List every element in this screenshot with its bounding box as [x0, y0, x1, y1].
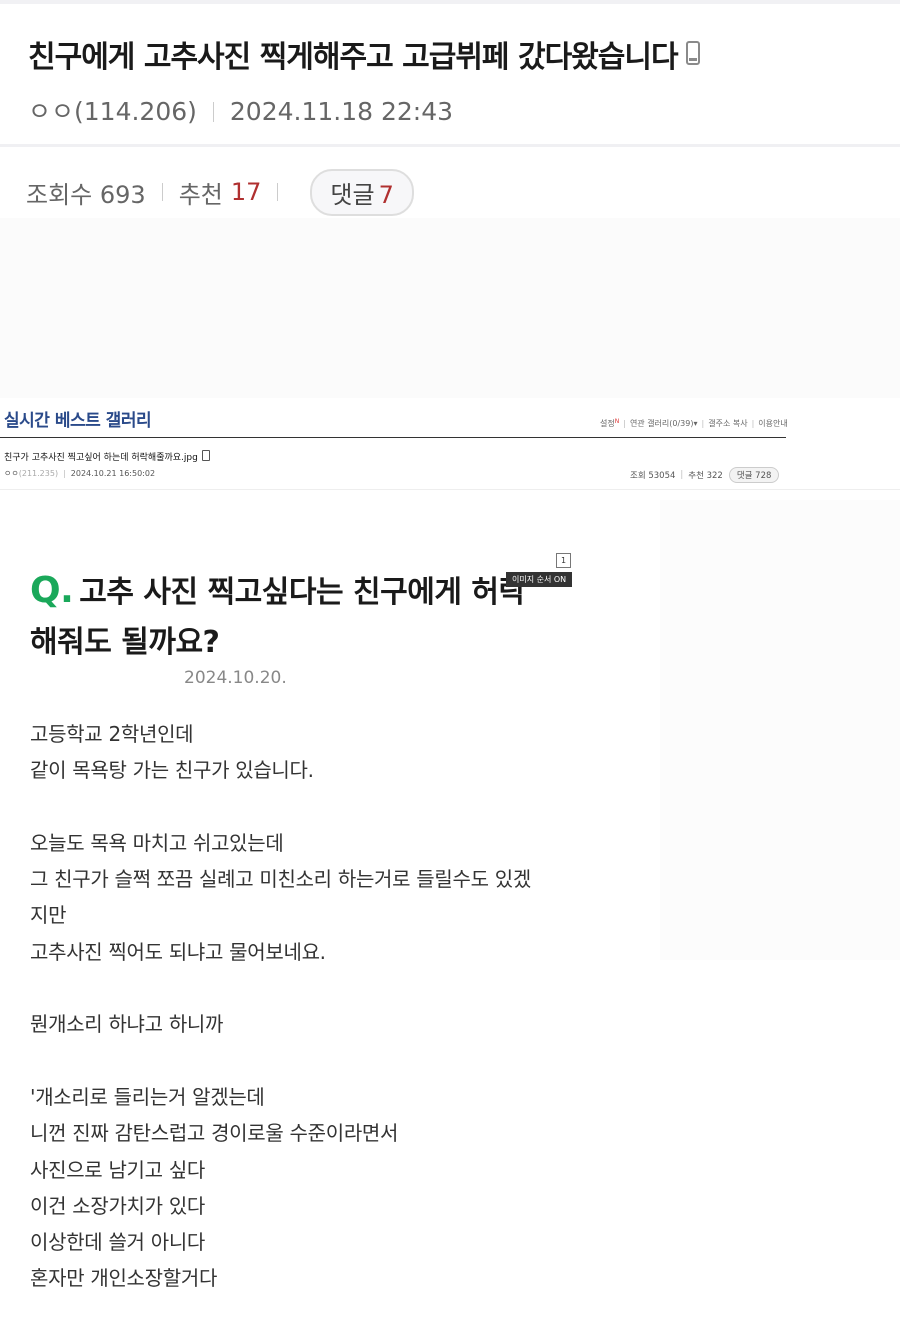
gallery-post-title-text: 친구가 고추사진 찍고싶어 하는데 허락해줄까요.jpg: [4, 453, 198, 463]
body-line: [30, 789, 630, 825]
question-title-line2: 해줘도 될까요?: [30, 625, 220, 660]
link-divider: |: [751, 419, 755, 428]
gallery-links: 설정N | 연관 갤러리(0/39)▾ | 갤주소 복사 | 이용안내: [600, 418, 788, 429]
post-meta: ㅇㅇ(114.206) 2024.11.18 22:43: [28, 92, 453, 128]
body-line: 같이 목욕탕 가는 친구가 있습니다.: [30, 758, 314, 783]
link-divider: |: [623, 419, 626, 428]
body-line: [30, 1043, 630, 1079]
gallery-post-stats: 조회 53054 | 추천 322 댓글 728: [630, 467, 780, 483]
recommend-label: 추천: [178, 180, 223, 209]
gallery-post-title: 친구가 고추사진 찍고싶어 하는데 허락해줄까요.jpg: [4, 450, 210, 463]
header-divider: [0, 144, 900, 147]
body-line: 고추사진 찍어도 되냐고 물어보네요.: [30, 939, 326, 964]
new-badge: N: [614, 418, 620, 425]
card-side-shade: [660, 500, 900, 960]
gallery-bottom-divider: [0, 489, 900, 490]
gallery-post-meta: ㅇㅇ(211.235) | 2024.10.21 16:50:02: [4, 468, 155, 479]
author-name[interactable]: ㅇㅇ(114.206): [28, 97, 197, 126]
ad-placeholder: [0, 218, 900, 398]
stats-divider: [161, 183, 163, 201]
gallery-link-guide: 이용안내: [758, 419, 788, 428]
post-stats: 조회수 693 추천 17 댓글 7: [26, 168, 414, 216]
embedded-gallery-screenshot: 실시간 베스트 갤러리 설정N | 연관 갤러리(0/39)▾ | 갤주소 복사 | 이용안…: [0, 398, 900, 494]
gallery-comments: 댓글 728: [728, 467, 780, 483]
body-line: [30, 970, 630, 1006]
question-body: 고등학교 2학년인데 같이 목욕탕 가는 친구가 있습니다. 오늘도 목욕 마치…: [30, 716, 630, 1297]
post-header: 친구에게 고추사진 찍게해주고 고급뷔페 갔다왔습니다 ㅇㅇ(114.206) 2…: [0, 4, 900, 144]
recommend-count: 17: [230, 178, 262, 206]
stats-divider: [277, 183, 279, 201]
image-order-badge: 이미지 순서 ON: [506, 572, 573, 587]
post-title-text[interactable]: 친구에게 고추사진 찍게해주고 고급뷔페 갔다왔습니다: [28, 40, 679, 75]
meta-divider: |: [63, 469, 66, 478]
body-line: '개소리로 들리는거 알겠는데: [30, 1084, 265, 1109]
body-line: 오늘도 목욕 마치고 쉬고있는데: [30, 830, 284, 855]
gallery-link-settings: 설정: [600, 419, 615, 428]
body-line: 이건 소장가치가 있다: [30, 1193, 206, 1218]
question-title-line1: 고추 사진 찍고싶다는 친구에게 허락: [79, 575, 526, 610]
meta-divider: [212, 102, 214, 122]
view-count: 조회수 693: [26, 180, 146, 209]
image-number-badge: 1: [556, 553, 571, 568]
body-line: 고등학교 2학년인데: [30, 722, 194, 746]
gallery-ip: (211.235): [18, 469, 59, 478]
body-line: 혼자만 개인소장할거다: [30, 1266, 218, 1291]
gallery-name: 실시간 베스트 갤러리: [4, 411, 152, 431]
post-datetime: 2024.11.18 22:43: [229, 97, 454, 126]
question-date: 2024.10.20.: [184, 668, 287, 688]
gallery-link-copy: 갤주소 복사: [708, 419, 748, 428]
post-title[interactable]: 친구에게 고추사진 찍게해주고 고급뷔페 갔다왔습니다: [28, 32, 888, 76]
mobile-phone-icon: [201, 450, 210, 461]
body-line: 그 친구가 슬쩍 쪼끔 실례고 미친소리 하는거로 들릴수도 있겠: [30, 867, 531, 892]
gallery-title-underline: [0, 437, 786, 438]
mobile-phone-icon: [685, 41, 700, 65]
comment-count-button[interactable]: 댓글 7: [310, 168, 414, 216]
gallery-datetime: 2024.10.21 16:50:02: [70, 469, 156, 478]
body-line: 사진으로 남기고 싶다: [30, 1157, 206, 1182]
stats-divider: |: [680, 470, 684, 480]
gallery-recommend: 추천 322: [688, 471, 723, 481]
gallery-link-related: 연관 갤러리(0/39)▾: [629, 419, 698, 428]
gallery-views: 조회 53054: [630, 471, 676, 481]
gallery-author: ㅇㅇ: [4, 469, 19, 478]
link-divider: |: [701, 419, 705, 428]
body-line: 지만: [30, 903, 67, 928]
body-line: 뭔개소리 하냐고 하니까: [30, 1012, 224, 1037]
q-mark: Q.: [30, 570, 74, 611]
body-line: 니껀 진짜 감탄스럽고 경이로울 수준이라면서: [30, 1121, 399, 1146]
body-line: 이상한데 쓸거 아니다: [30, 1230, 206, 1255]
comment-count: 7: [378, 180, 394, 209]
comment-label: 댓글: [330, 180, 375, 209]
